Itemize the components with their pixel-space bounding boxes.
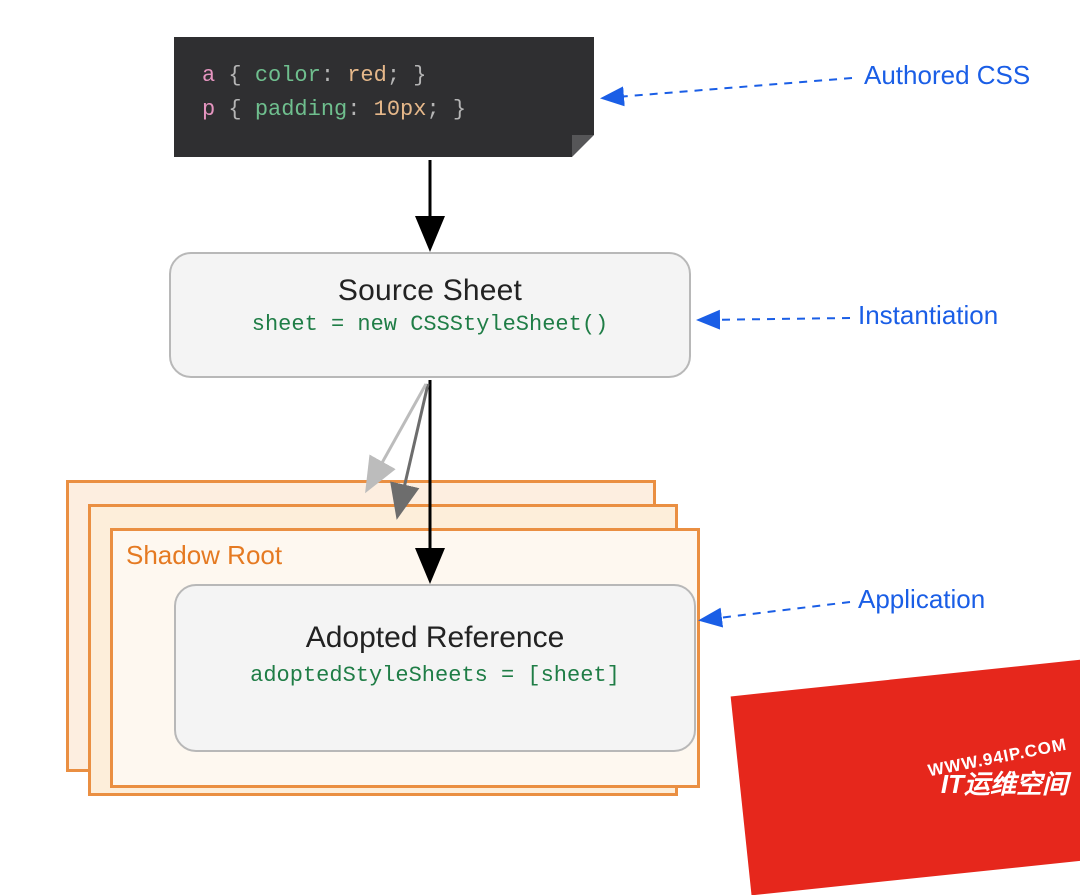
footer-title: IT运维空间 bbox=[941, 764, 1068, 801]
source-sheet-title: Source Sheet bbox=[171, 274, 689, 308]
css-property: color bbox=[255, 63, 321, 88]
label-application: Application bbox=[858, 584, 985, 615]
css-value: 10px bbox=[374, 97, 427, 122]
css-selector: p bbox=[202, 97, 215, 122]
adopted-reference-code: adoptedStyleSheets = [sheet] bbox=[176, 663, 694, 688]
shadow-root-label: Shadow Root bbox=[126, 540, 282, 571]
css-property: padding bbox=[255, 97, 347, 122]
source-sheet-code: sheet = new CSSStyleSheet() bbox=[171, 312, 689, 337]
dashed-authored bbox=[604, 78, 852, 98]
authored-css-code-block: a { color: red; } p { padding: 10px; } bbox=[174, 37, 594, 157]
page-fold-icon bbox=[572, 135, 594, 157]
adopted-reference-title: Adopted Reference bbox=[176, 621, 694, 655]
dashed-application bbox=[702, 602, 850, 620]
adopted-reference-box: Adopted Reference adoptedStyleSheets = [… bbox=[174, 584, 696, 752]
dashed-instantiation bbox=[700, 318, 850, 320]
arrow-fanout-light bbox=[368, 384, 426, 488]
label-authored-css: Authored CSS bbox=[864, 60, 1030, 91]
css-value: red bbox=[347, 63, 387, 88]
source-sheet-box: Source Sheet sheet = new CSSStyleSheet() bbox=[169, 252, 691, 378]
label-instantiation: Instantiation bbox=[858, 300, 998, 331]
css-selector: a bbox=[202, 63, 215, 88]
